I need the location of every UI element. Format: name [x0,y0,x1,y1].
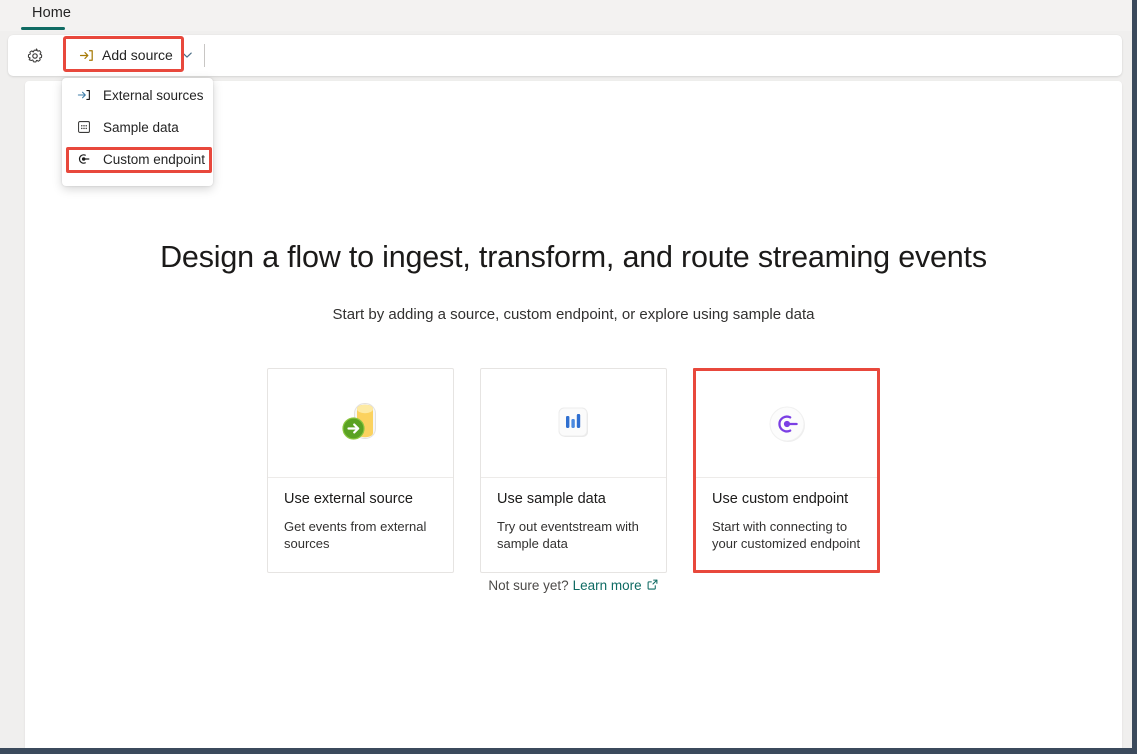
card-description: Start with connecting to your customized… [712,518,861,552]
bar-chart-tile-icon [548,397,600,449]
card-use-custom-endpoint[interactable]: Use custom endpoint Start with connectin… [693,368,880,573]
database-with-green-arrow-icon [333,395,389,451]
card-title: Use sample data [497,491,650,507]
tab-home[interactable]: Home [20,2,83,21]
arrow-into-bracket-icon [76,87,92,103]
card-use-sample-data[interactable]: Use sample data Try out eventstream with… [480,368,667,573]
card-art [481,369,666,478]
learn-more-label: Learn more [573,578,642,593]
menu-item-external-sources[interactable]: External sources [62,79,213,111]
chevron-down-icon [180,48,194,62]
custom-endpoint-icon [76,151,92,167]
card-title: Use external source [284,491,437,507]
page-title: Design a flow to ingest, transform, and … [25,240,1122,275]
menu-item-label: Sample data [103,120,179,135]
gear-icon [26,47,44,65]
card-art [696,371,877,478]
command-bar: Add source [8,35,1122,76]
card-body: Use custom endpoint Start with connectin… [696,478,877,570]
bottom-rail [0,748,1137,754]
footer-prompt: Not sure yet? [488,578,568,593]
page-subtitle: Start by adding a source, custom endpoin… [25,306,1122,323]
arrow-into-bracket-icon [78,47,95,64]
sample-grid-icon [76,119,92,135]
learn-more-link[interactable]: Learn more [573,578,659,593]
command-bar-divider [204,44,205,67]
card-art [268,369,453,478]
custom-endpoint-circle-icon [759,396,815,452]
footer-note: Not sure yet? Learn more [25,578,1122,593]
menu-item-label: Custom endpoint [103,152,205,167]
card-body: Use external source Get events from exte… [268,478,453,570]
add-source-label: Add source [102,47,173,63]
add-source-button[interactable]: Add source [70,39,203,71]
add-source-menu: External sources Sample data [62,78,213,186]
left-gutter [0,0,25,748]
menu-item-sample-data[interactable]: Sample data [62,111,213,143]
tab-strip: Home [0,0,1132,31]
app-window: Home Add source Design a flow to [0,0,1137,754]
right-rail [1132,0,1137,754]
external-link-icon [646,578,659,591]
settings-button[interactable] [21,43,48,69]
tab-home-active-indicator [21,27,65,30]
card-description: Get events from external sources [284,518,437,552]
menu-item-label: External sources [103,88,204,103]
card-use-external-source[interactable]: Use external source Get events from exte… [267,368,454,573]
tab-home-label: Home [32,5,71,21]
card-title: Use custom endpoint [712,491,861,507]
option-card-list: Use external source Get events from exte… [25,368,1122,573]
card-body: Use sample data Try out eventstream with… [481,478,666,570]
menu-item-custom-endpoint[interactable]: Custom endpoint [62,143,213,175]
card-description: Try out eventstream with sample data [497,518,650,552]
